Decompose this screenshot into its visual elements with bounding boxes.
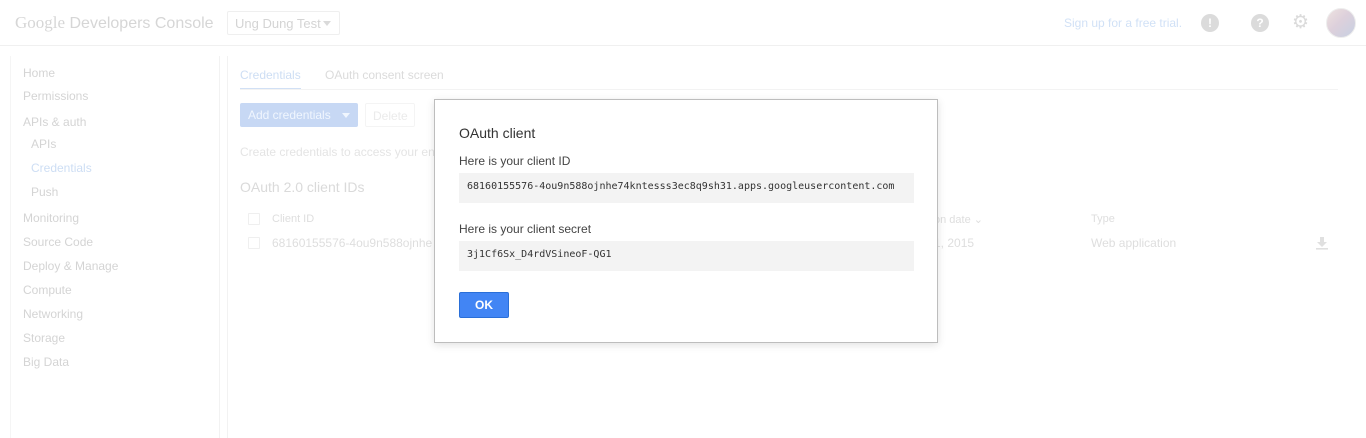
client-secret-label: Here is your client secret [459, 222, 592, 236]
client-secret-field[interactable]: 3j1Cf6Sx_D4rdVSineoF-QG1 [459, 241, 914, 271]
client-id-label: Here is your client ID [459, 154, 571, 168]
ok-button[interactable]: OK [459, 292, 509, 318]
oauth-client-dialog: OAuth client Here is your client ID 6816… [434, 99, 938, 343]
client-id-field[interactable]: 68160155576-4ou9n588ojnhe74kntesss3ec8q9… [459, 173, 914, 203]
dialog-title: OAuth client [459, 125, 536, 141]
